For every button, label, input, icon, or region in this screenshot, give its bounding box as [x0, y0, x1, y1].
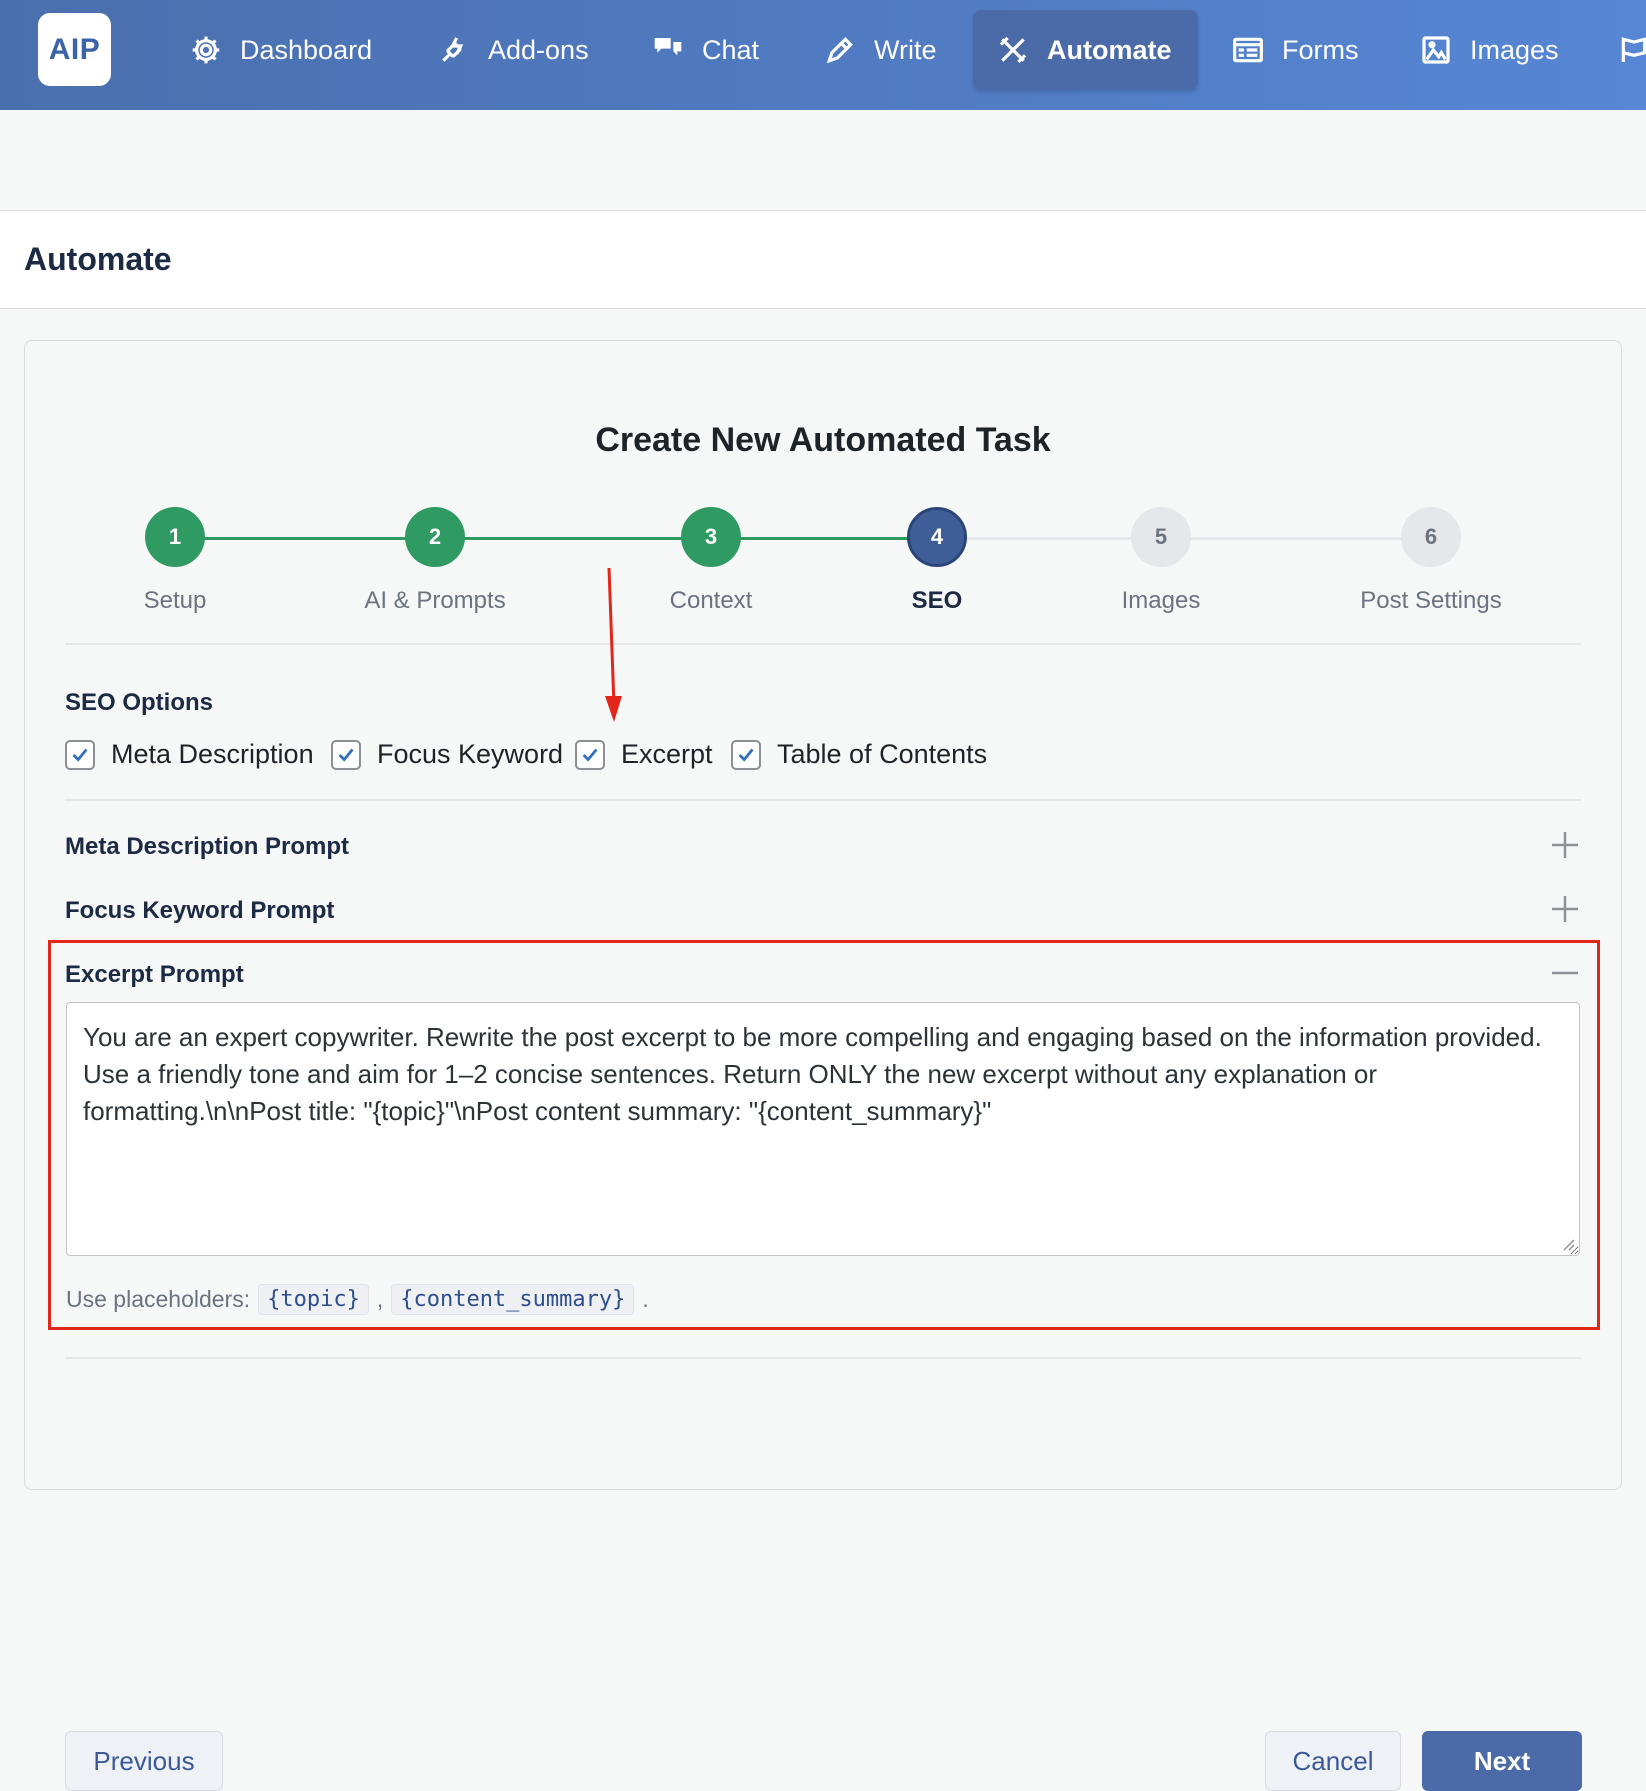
nav-item-write[interactable]: Write: [800, 10, 961, 90]
nav-label: Add-ons: [488, 34, 589, 65]
step-label-ai-prompts: AI & Prompts: [364, 587, 506, 614]
step-label-setup: Setup: [143, 587, 207, 614]
cancel-button[interactable]: Cancel: [1265, 1731, 1401, 1791]
checkbox-label: Excerpt: [621, 739, 713, 769]
accordion-meta-description-prompt[interactable]: Meta Description Prompt: [65, 829, 1585, 869]
checkbox[interactable]: [731, 739, 761, 770]
step-label-post-settings: Post Settings: [1360, 587, 1502, 614]
divider: [65, 1357, 1581, 1359]
next-button[interactable]: Next: [1422, 1731, 1582, 1791]
check-icon: [582, 748, 598, 762]
seo-options-label: SEO Options: [65, 689, 214, 716]
flag-icon: [1621, 37, 1646, 62]
step-label-seo: SEO: [911, 587, 963, 614]
divider: [65, 799, 1581, 801]
nav-item-addons[interactable]: Add-ons: [414, 10, 613, 90]
plug-icon: [442, 37, 464, 62]
checkbox-table-of-contents[interactable]: Table of Contents: [731, 739, 987, 770]
expand-plus-icon[interactable]: [1549, 893, 1581, 925]
checkbox[interactable]: [575, 739, 605, 770]
highlight-box: [48, 940, 1600, 1330]
checkbox[interactable]: [331, 739, 361, 770]
step-5-circle: 5: [1131, 507, 1191, 567]
checkbox-label: Table of Contents: [777, 739, 988, 769]
step-connector: [1161, 537, 1431, 540]
step-connector: [175, 537, 435, 540]
accordion-label: Meta Description Prompt: [65, 833, 350, 860]
top-nav: AIP Dashboard Add-ons Chat Write Automat…: [0, 0, 1646, 110]
nav-item-forms[interactable]: Forms: [1208, 10, 1383, 90]
divider: [65, 643, 1581, 645]
accordion-label: Focus Keyword Prompt: [65, 897, 335, 924]
page-title: Automate: [24, 241, 172, 277]
previous-button[interactable]: Previous: [65, 1731, 223, 1791]
check-icon: [338, 748, 354, 762]
step-3-circle[interactable]: 3: [681, 507, 741, 567]
step-connector: [711, 537, 937, 540]
form-icon: [1233, 37, 1263, 63]
checkbox-label: Meta Description: [111, 739, 314, 769]
page-header: Automate: [0, 211, 1646, 309]
annotation-arrow-icon: [605, 567, 622, 722]
chat-icon: [654, 38, 682, 56]
pencil-icon: [826, 37, 853, 64]
step-1-circle[interactable]: 1: [145, 507, 205, 567]
checkbox[interactable]: [65, 739, 95, 770]
checkbox-meta-description[interactable]: Meta Description: [65, 739, 314, 770]
expand-plus-icon[interactable]: [1549, 829, 1581, 861]
step-connector: [937, 537, 1161, 540]
step-2-circle[interactable]: 2: [405, 507, 465, 567]
image-icon: [1422, 36, 1450, 64]
step-connector: [435, 537, 711, 540]
gear-icon: [192, 36, 220, 64]
nav-label: Automate: [1047, 34, 1172, 65]
nav-item-chat[interactable]: Chat: [628, 10, 783, 90]
checkbox-focus-keyword[interactable]: Focus Keyword: [331, 739, 563, 770]
nav-label: Images: [1470, 34, 1559, 65]
step-label-images: Images: [1121, 587, 1201, 614]
nav-item-dashboard[interactable]: Dashboard: [166, 10, 396, 90]
sub-header: [0, 110, 1646, 211]
checkbox-label: Focus Keyword: [377, 739, 564, 769]
nav-label: Dashboard: [240, 34, 373, 65]
card-title: Create New Automated Task: [595, 421, 1051, 459]
nav-label: Write: [874, 34, 937, 65]
check-icon: [72, 748, 88, 762]
check-icon: [738, 748, 754, 762]
nav-item-images[interactable]: Images: [1396, 10, 1583, 90]
nav-item-overflow[interactable]: [1594, 10, 1646, 90]
checkbox-excerpt[interactable]: Excerpt: [575, 739, 713, 770]
app-logo[interactable]: AIP: [38, 13, 111, 86]
nav-item-automate[interactable]: Automate: [973, 10, 1198, 90]
step-4-circle[interactable]: 4: [907, 507, 967, 567]
nav-label: Chat: [702, 34, 760, 65]
nav-label: Forms: [1282, 34, 1359, 65]
accordion-focus-keyword-prompt[interactable]: Focus Keyword Prompt: [65, 893, 1585, 933]
tools-icon: [999, 36, 1027, 64]
step-6-circle: 6: [1401, 507, 1461, 567]
